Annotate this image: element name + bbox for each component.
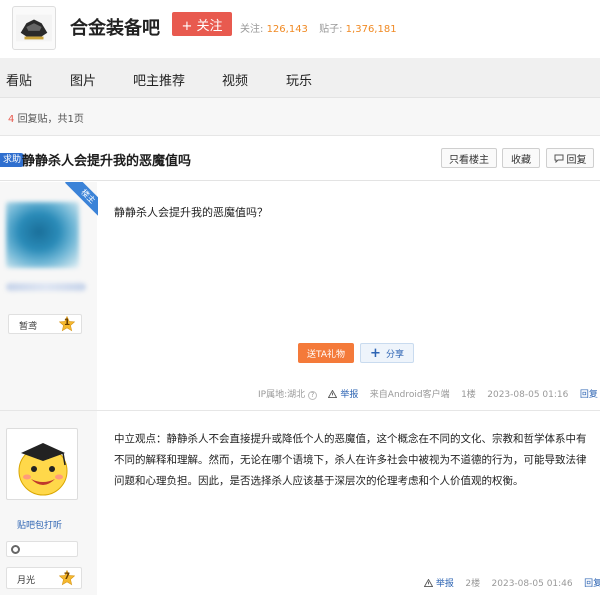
blurred-username[interactable]	[6, 283, 86, 291]
status-ring-icon	[11, 545, 20, 554]
posts-count: 1,376,181	[345, 24, 397, 35]
level-badge: 暂鸢 1	[8, 314, 82, 334]
nav-tab-images[interactable]: 图片	[70, 70, 96, 89]
only-op-button[interactable]: 只看楼主	[441, 148, 497, 168]
post-time: 2023-08-05 01:16	[487, 390, 569, 400]
forum-stats: 关注: 126,143 贴子: 1,376,181	[240, 20, 405, 35]
report-link[interactable]: 举报	[436, 579, 454, 589]
ip-location: IP属地:湖北	[258, 390, 306, 400]
level-label: 暂鸢	[19, 322, 38, 332]
forum-header: 合金装备吧 + 关注 关注: 126,143 贴子: 1,376,181	[0, 0, 600, 56]
status-pill	[6, 541, 78, 557]
floor-number: 2楼	[465, 579, 481, 589]
client-info: 来自Android客户端	[370, 390, 453, 400]
forum-nav: 看贴 图片 吧主推荐 视频 玩乐	[0, 58, 600, 98]
post1-content: 静静杀人会提升我的恶魔值吗？	[114, 206, 268, 219]
posts-label: 贴子:	[319, 24, 343, 35]
level-number: 7	[63, 572, 71, 582]
share-button[interactable]: + 分享	[360, 343, 414, 363]
reply-icon	[554, 154, 563, 163]
help-tag: 求助	[0, 153, 25, 167]
follow-button[interactable]: + 关注	[172, 12, 232, 36]
followers-label: 关注:	[240, 24, 264, 35]
report-link[interactable]: 举报	[340, 390, 358, 400]
nav-tab-recommended[interactable]: 吧主推荐	[133, 70, 185, 89]
star-level-icon: 1	[58, 315, 76, 332]
post-time: 2023-08-05 01:46	[491, 579, 573, 589]
share-label: 分享	[385, 349, 404, 360]
star-level-icon: 7	[58, 569, 76, 586]
post2-meta: 举报 2楼 2023-08-05 01:46 回复	[424, 576, 600, 589]
warning-icon	[328, 390, 338, 398]
favorite-button[interactable]: 收藏	[502, 148, 540, 168]
op-badge-label: 楼主	[65, 182, 98, 220]
level-number: 1	[63, 318, 71, 328]
forum-logo-icon[interactable]	[12, 6, 56, 50]
post1-meta: IP属地:湖北 ? 举报 来自Android客户端 1楼 2023-08-05 …	[258, 387, 598, 400]
nav-tab-videos[interactable]: 视频	[222, 70, 248, 89]
plus-icon: +	[370, 345, 381, 361]
thread-title: 静静杀人会提升我的恶魔值吗	[22, 154, 192, 169]
reply-count-row: 4 回复贴，共1页	[0, 98, 600, 136]
forum-name[interactable]: 合金装备吧	[70, 14, 160, 40]
op-corner-badge: 楼主	[58, 182, 98, 222]
followers-count: 126,143	[266, 24, 308, 35]
send-gift-button[interactable]: 送TA礼物	[298, 343, 354, 363]
reply-top-button[interactable]: 回复	[546, 148, 594, 168]
reply-count: 4 回复贴，共1页	[8, 110, 84, 125]
reply-link[interactable]: 回复	[584, 579, 600, 589]
client-text[interactable]: 来自Android客户端	[370, 390, 450, 400]
warning-icon	[424, 579, 433, 587]
post2-content: 中立观点：静静杀人不会直接提升或降低个人的恶魔值，这个概念在不同的文化、宗教和哲…	[114, 433, 587, 487]
username[interactable]: 贴吧包打听	[17, 518, 62, 531]
level-label: 月光	[17, 576, 36, 586]
reply-count-number: 4	[8, 114, 15, 125]
reply-link[interactable]: 回复	[580, 390, 598, 400]
floor-number: 1楼	[461, 390, 476, 400]
reply-count-text: 回复贴，共1页	[17, 114, 84, 125]
page: 合金装备吧 + 关注 关注: 126,143 贴子: 1,376,181 看贴 …	[0, 0, 600, 595]
question-icon[interactable]: ?	[308, 391, 317, 400]
nav-tab-fun[interactable]: 玩乐	[286, 70, 312, 89]
avatar-cartoon-icon[interactable]	[6, 428, 78, 500]
nav-tab-posts[interactable]: 看贴	[6, 70, 32, 89]
level-badge: 月光 7	[6, 567, 82, 589]
reply-top-label: 回复	[566, 154, 587, 166]
